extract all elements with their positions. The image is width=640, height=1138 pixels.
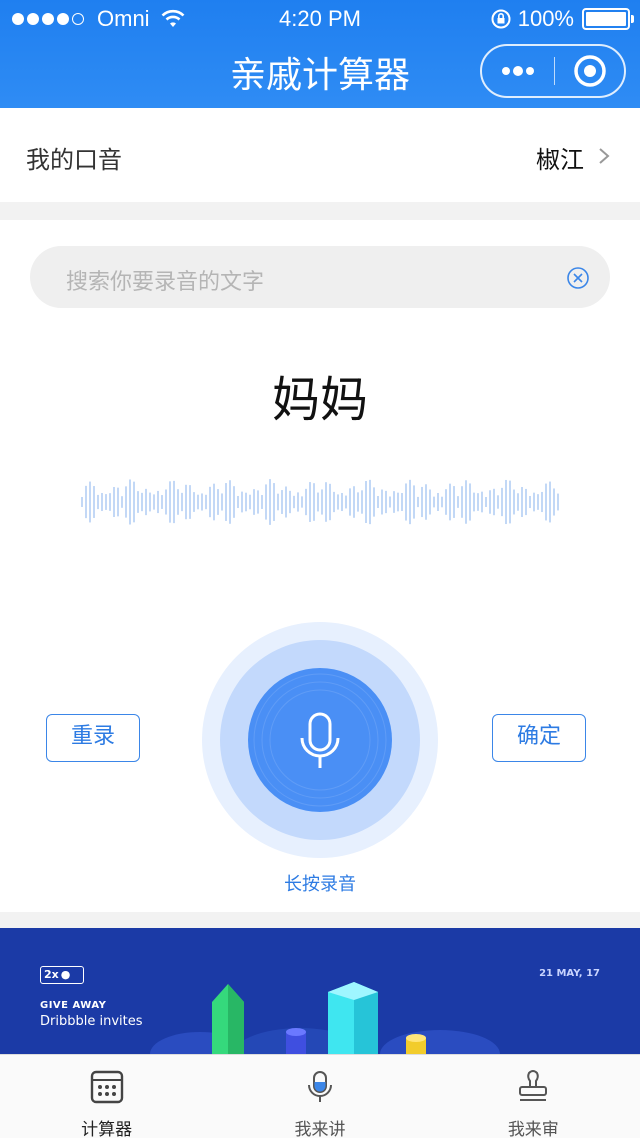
microphone-tab-icon [307, 1071, 332, 1102]
tab-bar: 计算器 我来讲 我来审 [0, 1054, 640, 1138]
close-miniprogram-button[interactable] [555, 46, 624, 96]
current-word: 妈妈 [271, 372, 368, 428]
clear-search-icon[interactable] [566, 266, 590, 290]
chevron-right-icon [599, 148, 610, 164]
tab-label: 我来讲 [294, 1120, 346, 1138]
status-bar: Omni 4:20 PM 100% [0, 0, 640, 38]
banner-date: 21 MAY, 17 [539, 968, 600, 979]
record-core [248, 668, 392, 812]
battery-percent: 100% [517, 6, 574, 31]
more-dots-icon [502, 66, 534, 76]
banner-illustration [150, 982, 500, 1054]
battery-icon [582, 8, 634, 30]
top-bar: Omni 4:20 PM 100% 亲戚计算器 [0, 0, 640, 108]
accent-selector-row[interactable]: 我的口音 椒江 [0, 108, 640, 202]
tab-speak[interactable]: 我来讲 [213, 1055, 426, 1138]
stamp-icon [519, 1070, 548, 1101]
accent-label: 我的口音 [26, 146, 122, 174]
record-hint: 长按录音 [284, 874, 356, 895]
record-button[interactable] [202, 622, 438, 858]
miniprogram-capsule [480, 44, 626, 98]
tab-review[interactable]: 我来审 [427, 1055, 640, 1138]
tab-label: 我来审 [507, 1120, 559, 1138]
calculator-icon [90, 1070, 123, 1104]
banner-line1: GIVE AWAY [40, 1000, 107, 1011]
promo-banner[interactable]: 2x ● GIVE AWAY Dribbble invites 21 MAY, 1… [0, 928, 640, 1054]
confirm-button[interactable]: 确定 [492, 714, 586, 762]
rotation-lock-icon [491, 9, 511, 29]
audio-waveform [81, 479, 559, 525]
search-input[interactable]: 搜索你要录音的文字 [30, 246, 610, 308]
recording-card: 搜索你要录音的文字 妈妈 重录 确定 长按录音 [0, 220, 640, 912]
tab-calculator[interactable]: 计算器 [0, 1055, 213, 1138]
target-close-icon [573, 55, 606, 87]
accent-value: 椒江 [536, 146, 584, 174]
microphone-icon [253, 673, 387, 807]
dribbble-ball-icon: ● [60, 968, 71, 981]
tab-label: 计算器 [81, 1120, 133, 1138]
retake-button[interactable]: 重录 [46, 714, 140, 762]
battery-group: 100% [490, 6, 634, 32]
more-button[interactable] [482, 46, 554, 96]
search-placeholder: 搜索你要录音的文字 [66, 270, 265, 295]
banner-badge-text: 2x [44, 968, 59, 981]
banner-badge: 2x ● [40, 966, 84, 984]
banner-line2: Dribbble invites [40, 1014, 143, 1029]
